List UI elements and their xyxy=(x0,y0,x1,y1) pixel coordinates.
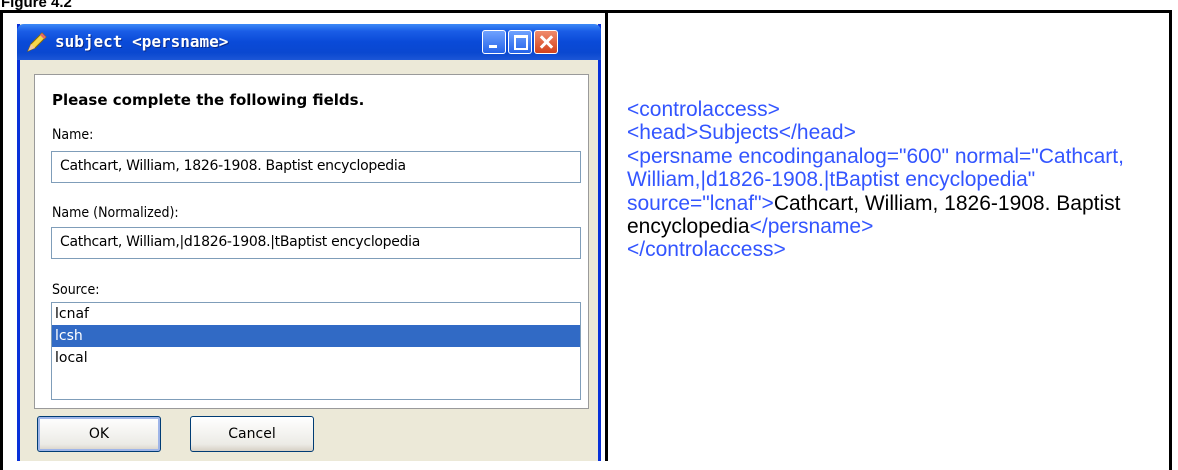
maximize-icon[interactable] xyxy=(508,30,532,54)
normalized-label: Name (Normalized): xyxy=(52,205,179,221)
minimize-icon[interactable] xyxy=(482,30,506,54)
name-field[interactable]: Cathcart, William, 1826-1908. Baptist en… xyxy=(51,151,581,183)
source-option-lcsh[interactable]: lcsh xyxy=(52,325,580,347)
name-label: Name: xyxy=(52,127,94,143)
dialog-titlebar[interactable]: subject <persname> xyxy=(17,24,601,60)
xml-line-controlaccess-open: <controlaccess> xyxy=(627,98,780,121)
ok-button[interactable]: OK xyxy=(37,416,161,452)
xml-line-controlaccess-close: </controlaccess> xyxy=(627,238,786,262)
source-label: Source: xyxy=(52,282,100,298)
xml-line-head: <head>Subjects</head> xyxy=(627,121,856,145)
form-instruction: Please complete the following fields. xyxy=(52,91,365,109)
dialog-title: subject <persname> xyxy=(55,32,229,51)
xml-persname: <persname encodinganalog="600" normal="C… xyxy=(627,145,1167,239)
pencil-icon xyxy=(27,32,47,52)
source-listbox[interactable]: lcnaf lcsh local xyxy=(51,302,581,400)
subject-dialog: subject <persname> Please complete the f… xyxy=(17,24,601,461)
close-icon[interactable] xyxy=(534,30,558,54)
normalized-name-field[interactable]: Cathcart, William,|d1826-1908.|tBaptist … xyxy=(51,227,581,259)
cancel-button[interactable]: Cancel xyxy=(190,416,314,452)
xml-persname-close-tag: </persname> xyxy=(749,215,874,239)
source-option-local[interactable]: local xyxy=(52,347,580,369)
xml-code-block: <controlaccess> <head>Subjects</head> <p… xyxy=(627,98,1167,262)
source-option-lcnaf[interactable]: lcnaf xyxy=(52,303,580,325)
figure-divider xyxy=(605,10,608,461)
